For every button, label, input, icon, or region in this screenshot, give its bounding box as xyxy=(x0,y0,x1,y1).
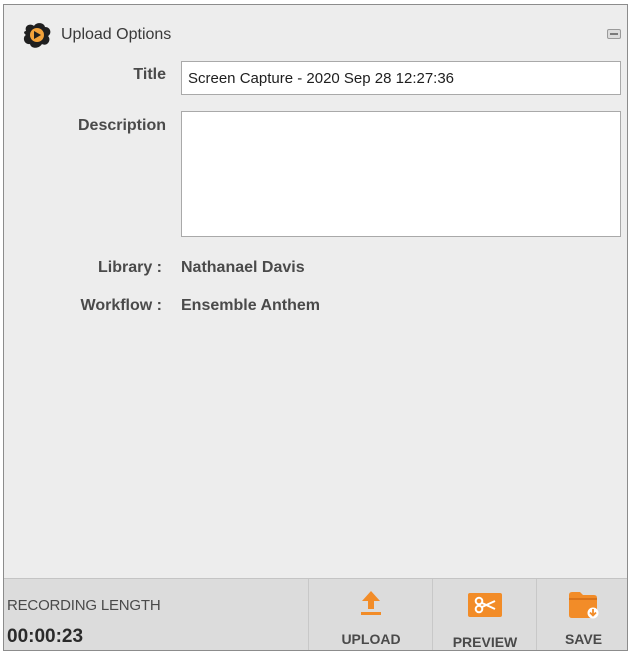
footer-bar: RECORDING LENGTH 00:00:23 UPLOAD PREVIEW xyxy=(4,578,627,650)
upload-options-panel: Upload Options Title Description Library… xyxy=(3,4,628,651)
save-label: SAVE xyxy=(564,631,603,647)
upload-label: UPLOAD xyxy=(341,631,401,647)
recording-length-value: 00:00:23 xyxy=(7,626,84,647)
title-label: Title xyxy=(133,66,166,83)
upload-button[interactable]: UPLOAD xyxy=(308,579,433,650)
workflow-label: Workflow : xyxy=(80,297,162,314)
workflow-value: Ensemble Anthem xyxy=(181,297,320,314)
library-label: Library : xyxy=(97,259,162,276)
scissors-icon xyxy=(468,593,502,617)
description-label: Description xyxy=(77,117,166,134)
description-input[interactable] xyxy=(181,111,621,237)
upload-arrow-icon xyxy=(361,591,381,615)
recording-length-label: RECORDING LENGTH xyxy=(7,597,161,614)
preview-button[interactable]: PREVIEW xyxy=(432,579,537,650)
app-logo-icon xyxy=(23,23,51,48)
title-input[interactable] xyxy=(181,61,621,95)
folder-save-icon xyxy=(568,592,598,619)
minimize-icon[interactable] xyxy=(607,29,621,39)
save-button[interactable]: SAVE xyxy=(536,579,627,650)
library-value: Nathanael Davis xyxy=(181,259,305,276)
title-bar: Upload Options xyxy=(4,5,627,49)
panel-title: Upload Options xyxy=(61,26,172,43)
preview-label: PREVIEW xyxy=(452,634,518,650)
